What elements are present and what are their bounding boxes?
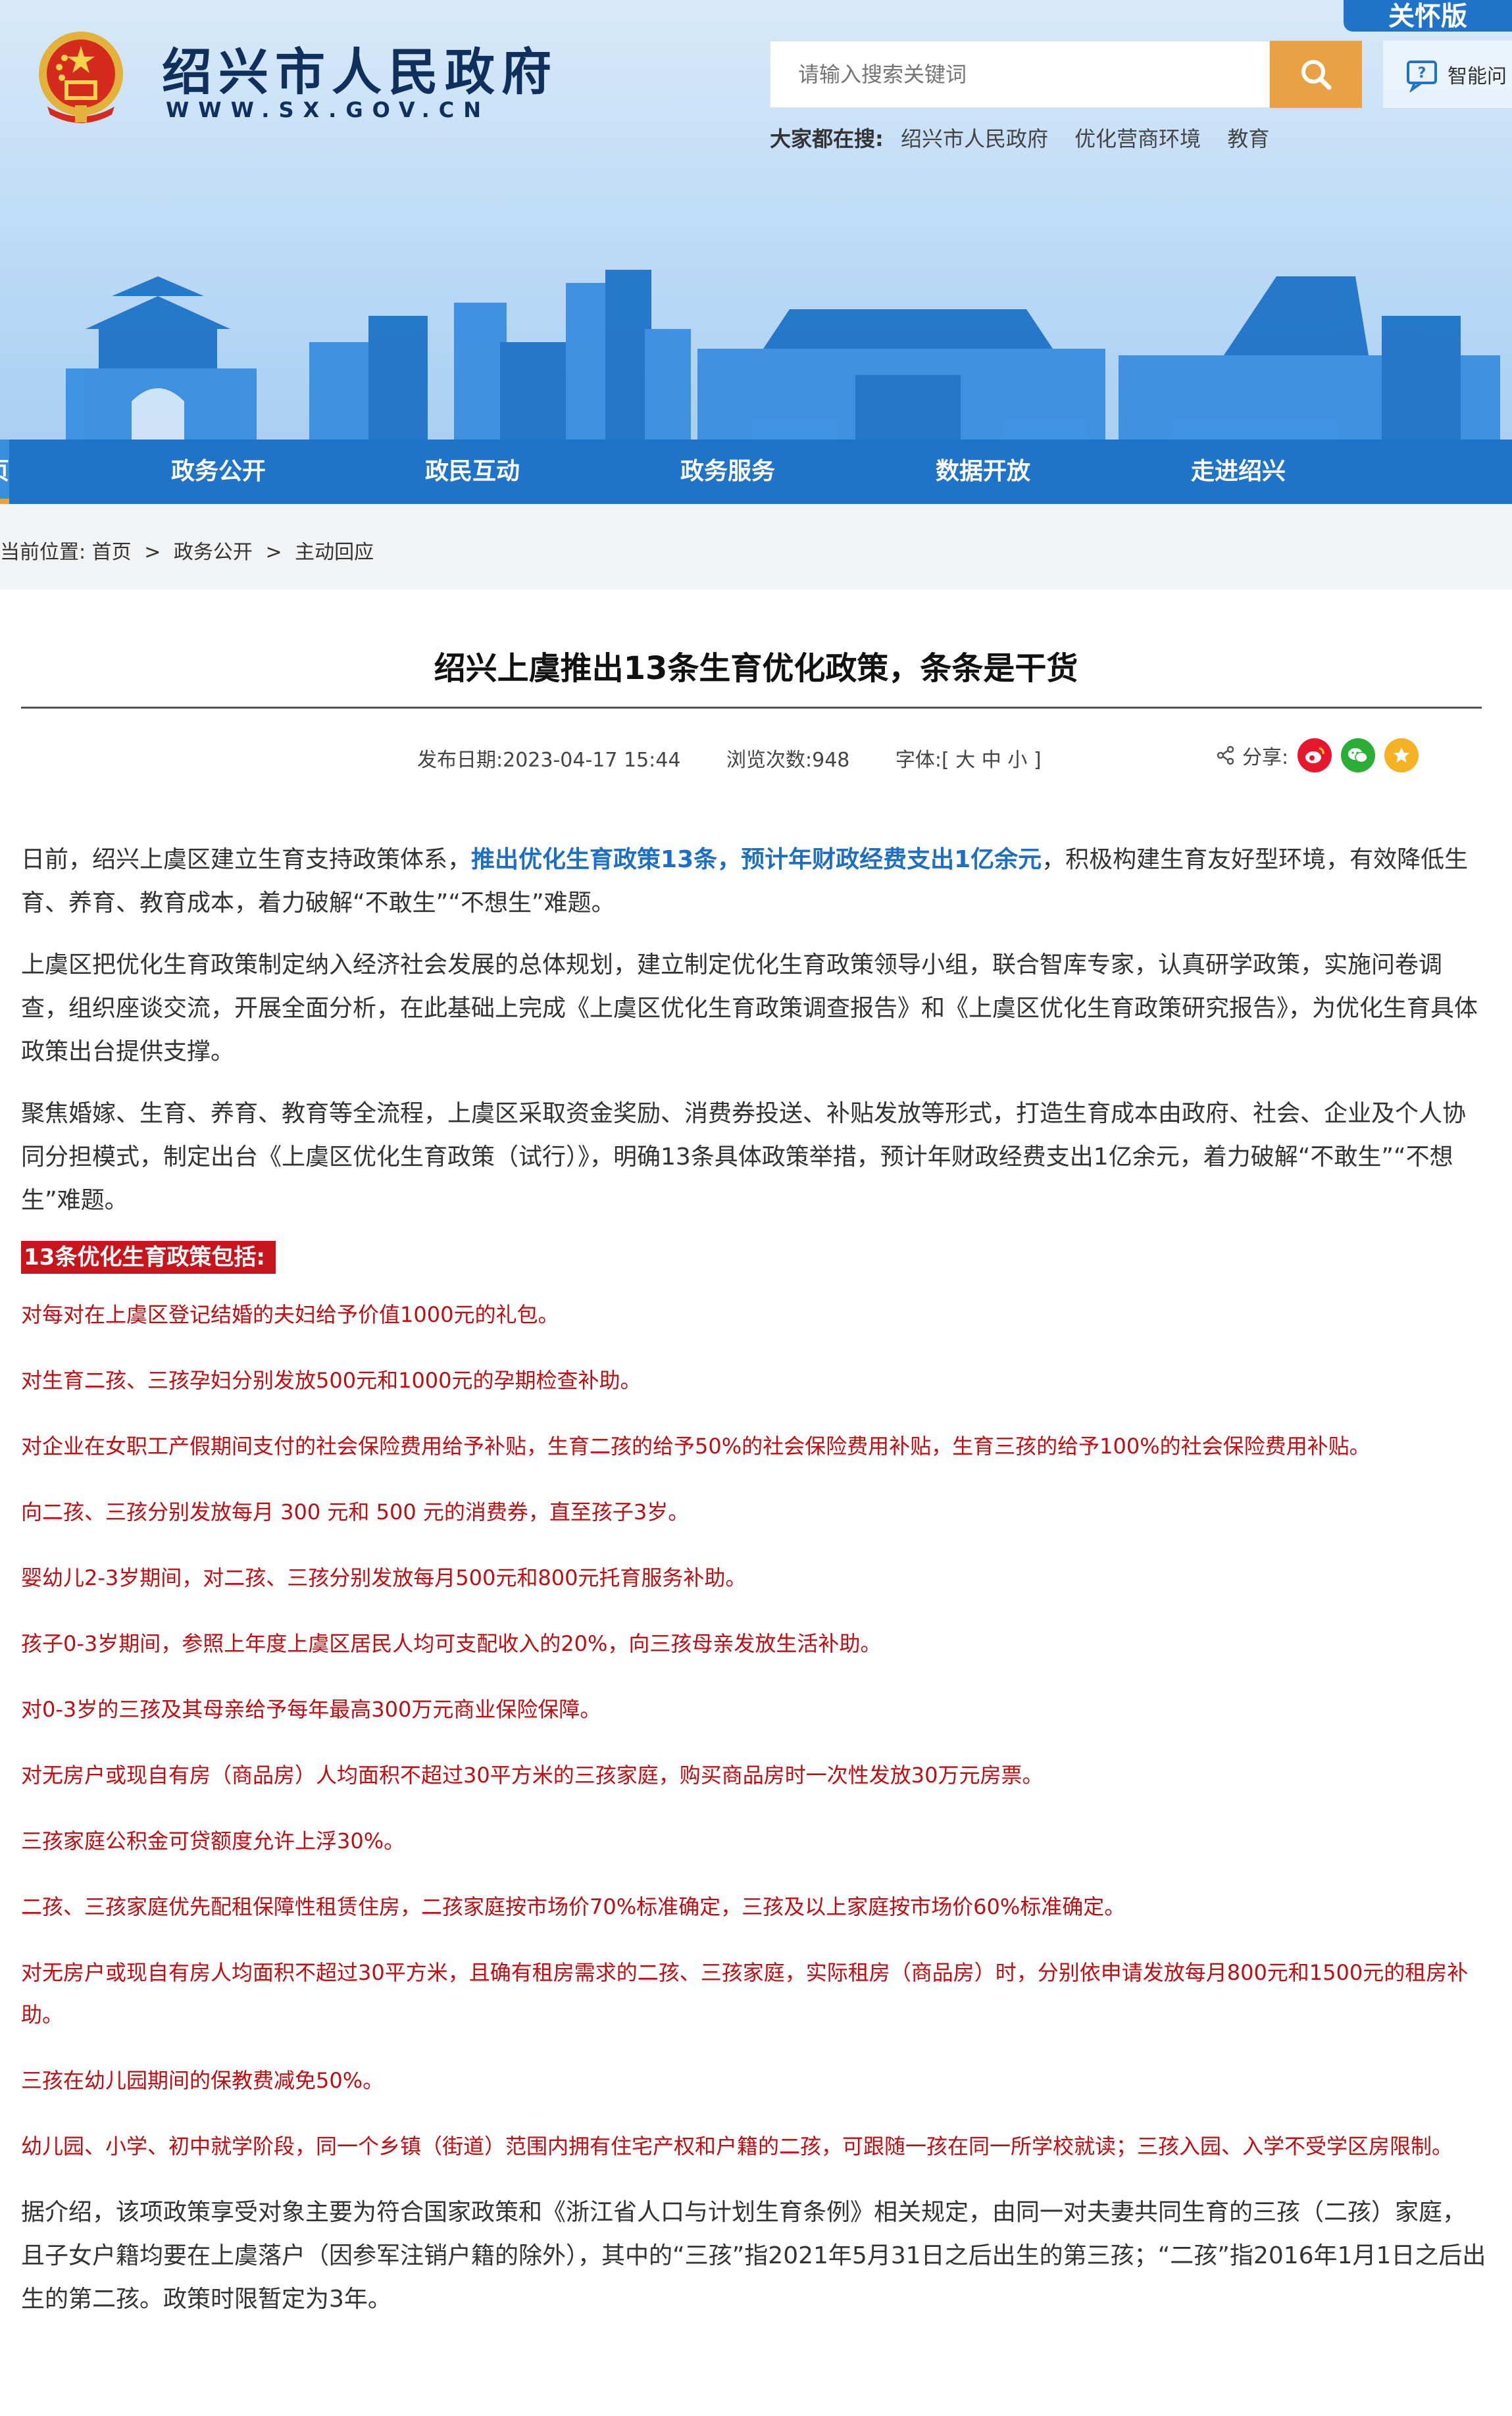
policy-item: 向二孩、三孩分别发放每月 300 元和 500 元的消费券，直至孩子3岁。	[21, 1499, 690, 1524]
intro-paragraph: 日前，绍兴上虞区建立生育支持政策体系，推出优化生育政策13条，预计年财政经费支出…	[21, 838, 1488, 925]
breadcrumb-prefix: 当前位置:	[0, 541, 86, 564]
city-skyline-illustration	[66, 270, 1500, 440]
search-button[interactable]	[1270, 41, 1362, 108]
body-paragraph: 上虞区把优化生育政策制定纳入经济社会发展的总体规划，建立制定优化生育政策领导小组…	[21, 951, 1478, 1065]
search-field[interactable]	[770, 41, 1270, 108]
weibo-share-icon[interactable]	[1298, 738, 1332, 772]
font-size-control[interactable]: 字体:[ 大 中 小 ]	[895, 749, 1042, 772]
ai-assistant-button[interactable]: ? 智能问	[1383, 41, 1512, 108]
search-icon	[1301, 60, 1332, 90]
wechat-share-icon[interactable]	[1341, 738, 1376, 772]
favorite-share-icon[interactable]	[1384, 738, 1419, 772]
intro-highlight: 推出优化生育政策13条，预计年财政经费支出1亿余元	[471, 846, 1042, 873]
closing-paragraph: 据介绍，该项政策享受对象主要为符合国家政策和《浙江省人口与计划生育条例》相关规定…	[21, 2199, 1486, 2313]
share-icon	[1217, 745, 1234, 765]
article-meta: 发布日期:2023-04-17 15:44 浏览次数:948 字体:[ 大 中 …	[417, 743, 1081, 772]
nav-item-open-data[interactable]: 数据开放	[904, 440, 1062, 504]
view-count-label: 浏览次数:	[726, 749, 813, 772]
breadcrumb-link-gov-affairs[interactable]: 政务公开	[174, 541, 253, 564]
breadcrumb-bar: 当前位置: 首页 > 政务公开 > 主动回应	[0, 504, 1512, 590]
search-input[interactable]	[770, 41, 1269, 107]
hot-search: 大家都在搜: 绍兴市人民政府 优化营商环境 教育	[770, 122, 1289, 153]
main-nav: 页 政务公开 政民互动 政务服务 数据开放 走进绍兴	[0, 440, 1512, 504]
policy-item: 三孩在幼儿园期间的保教费减免50%。	[21, 2068, 384, 2093]
policy-item: 二孩、三孩家庭优先配租保障性租赁住房，二孩家庭按市场价70%标准确定，三孩及以上…	[21, 1894, 1126, 1919]
breadcrumb-link-home[interactable]: 首页	[92, 541, 132, 564]
publish-date-value: 2023-04-17 15:44	[503, 749, 681, 772]
publish-date: 发布日期:2023-04-17 15:44	[417, 749, 680, 772]
site-title[interactable]: 绍兴市人民政府	[162, 32, 558, 104]
hot-search-term[interactable]: 绍兴市人民政府	[901, 126, 1048, 151]
hot-search-label: 大家都在搜:	[770, 126, 884, 151]
policy-heading: 13条优化生育政策包括:	[21, 1241, 276, 1274]
article-title: 绍兴上虞推出13条生育优化政策，条条是干货	[434, 650, 1078, 687]
svg-text:?: ?	[1418, 65, 1426, 82]
breadcrumb-separator: >	[144, 541, 161, 564]
national-emblem-logo	[39, 32, 123, 123]
policy-item: 婴幼儿2-3岁期间，对二孩、三孩分别发放每月500元和800元托育服务补助。	[21, 1565, 747, 1590]
breadcrumb: 当前位置: 首页 > 政务公开 > 主动回应	[0, 536, 374, 565]
breadcrumb-separator: >	[265, 541, 282, 564]
policy-item: 幼儿园、小学、初中就学阶段，同一个乡镇（街道）范围内拥有住宅产权和户籍的二孩，可…	[21, 2134, 1453, 2159]
nav-item-interaction[interactable]: 政民互动	[393, 440, 551, 504]
body-paragraph: 聚焦婚嫁、生育、养育、教育等全流程，上虞区采取资金奖励、消费券投送、补贴发放等形…	[21, 1100, 1467, 1214]
chat-help-icon: ?	[1407, 61, 1437, 92]
nav-item-gov-affairs[interactable]: 政务公开	[139, 440, 297, 504]
view-count: 浏览次数:948	[726, 749, 849, 772]
nav-item-services[interactable]: 政务服务	[649, 440, 807, 504]
title-divider	[21, 707, 1482, 709]
ai-assistant-label: 智能问	[1448, 65, 1507, 88]
policy-item: 孩子0-3岁期间，参照上年度上虞区居民人均可支配收入的20%，向三孩母亲发放生活…	[21, 1631, 882, 1656]
star-icon	[1394, 747, 1410, 763]
intro-text-before: 日前，绍兴上虞区建立生育支持政策体系，	[21, 846, 472, 873]
policy-item: 对生育二孩、三孩孕妇分别发放500元和1000元的孕期检查补助。	[21, 1368, 642, 1393]
policy-item: 对无房户或现自有房人均面积不超过30平方米，且确有租房需求的二孩、三孩家庭，实际…	[21, 1960, 1469, 2027]
policy-item: 对企业在女职工产假期间支付的社会保险费用给予补贴，生育二孩的给予50%的社会保险…	[21, 1434, 1371, 1459]
policy-item: 三孩家庭公积金可贷额度允许上浮30%。	[21, 1828, 405, 1853]
care-mode-button[interactable]: 关怀版	[1344, 0, 1512, 32]
header-banner: 关怀版 绍兴市人民政府 WWW.SX.GOV.CN ? 智能问 大家都在搜:	[0, 0, 1512, 440]
weibo-icon	[1305, 747, 1324, 763]
wechat-icon	[1348, 748, 1368, 763]
nav-item-home-label[interactable]: 页	[0, 440, 9, 504]
publish-date-label: 发布日期:	[417, 749, 503, 772]
hot-search-term[interactable]: 优化营商环境	[1074, 126, 1201, 151]
breadcrumb-link-response[interactable]: 主动回应	[295, 541, 374, 564]
policy-item: 对每对在上虞区登记结婚的夫妇给予价值1000元的礼包。	[21, 1302, 559, 1327]
hot-search-term[interactable]: 教育	[1227, 126, 1269, 151]
share-label: 分享:	[1242, 746, 1289, 769]
policy-item: 对0-3岁的三孩及其母亲给予每年最高300万元商业保险保障。	[21, 1697, 601, 1722]
policy-item: 对无房户或现自有房（商品房）人均面积不超过30平方米的三孩家庭，购买商品房时一次…	[21, 1763, 1044, 1788]
view-count-value: 948	[812, 749, 850, 772]
article-body: 日前，绍兴上虞区建立生育支持政策体系，推出优化生育政策13条，预计年财政经费支出…	[21, 838, 1488, 2340]
share-bar: 分享:	[1216, 738, 1419, 772]
nav-item-about-shaoxing[interactable]: 走进绍兴	[1159, 440, 1317, 504]
site-url: WWW.SX.GOV.CN	[166, 97, 490, 122]
